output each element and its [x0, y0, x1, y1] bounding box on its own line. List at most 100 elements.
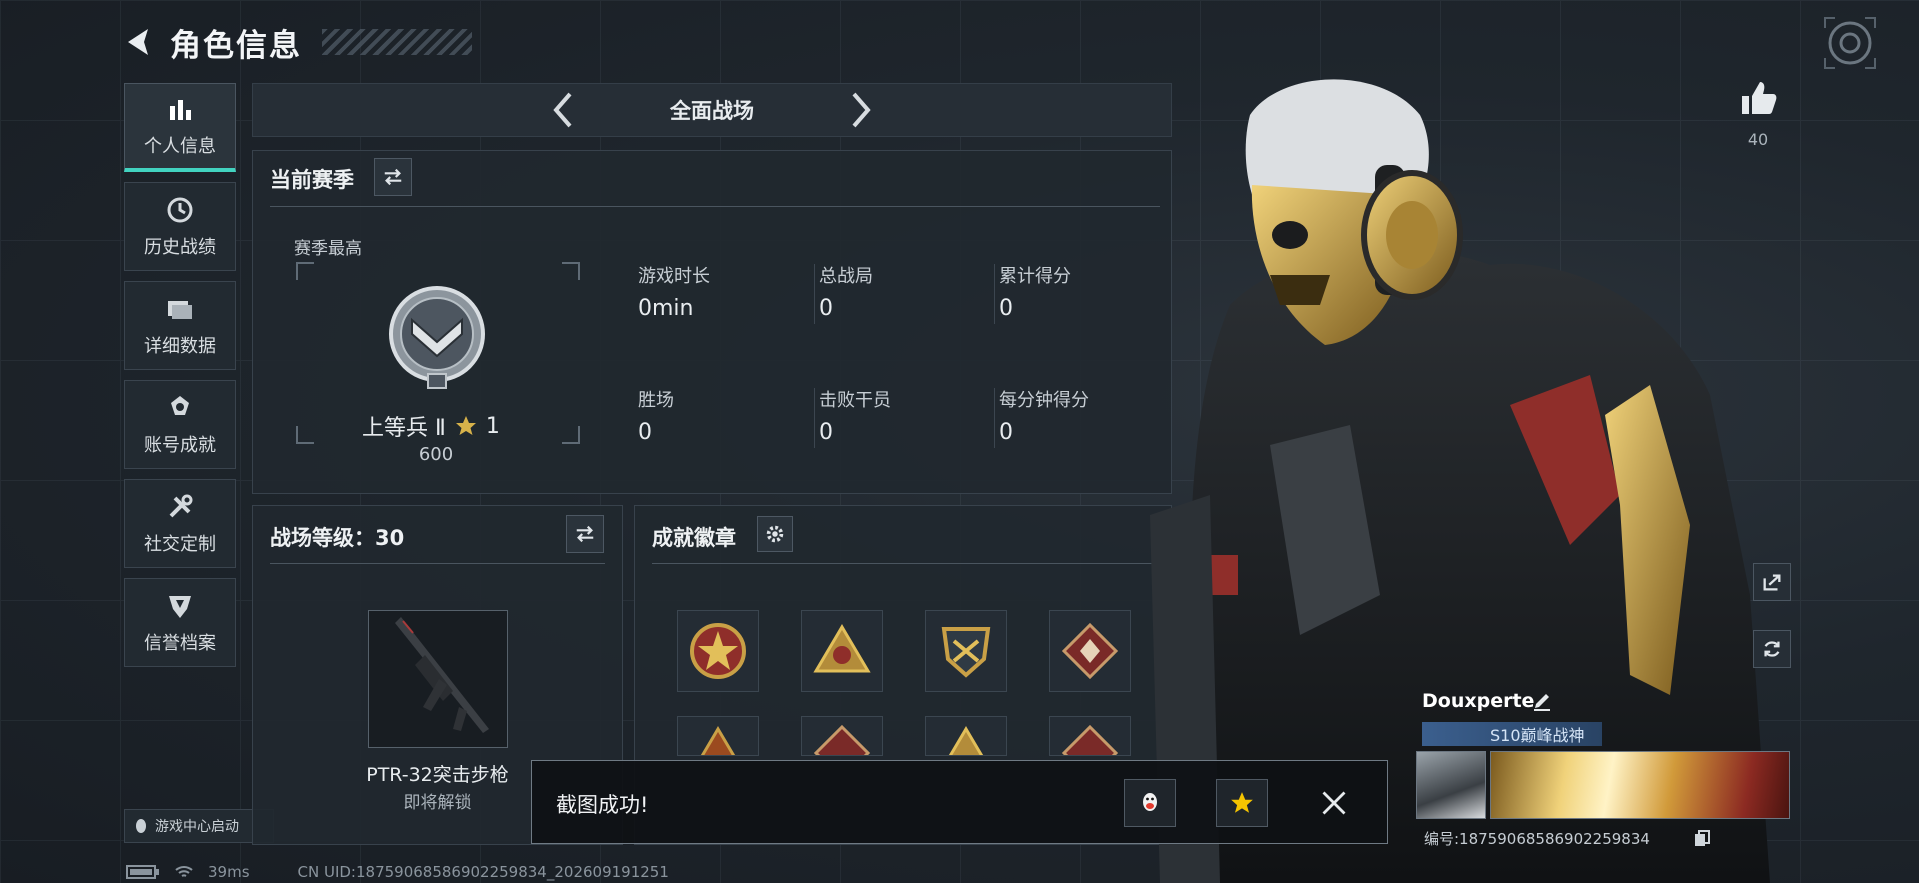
player-id: 编号:18759068586902259834: [1424, 828, 1650, 849]
sidebar-item-personal-info[interactable]: 个人信息: [124, 83, 236, 172]
target-reticle-icon: [1824, 17, 1876, 69]
swap-icon: [576, 525, 594, 543]
wifi-icon: [175, 866, 193, 877]
sidebar-item-details[interactable]: 详细数据: [124, 281, 236, 370]
rank-name-row: 上等兵 Ⅱ 1: [362, 410, 500, 442]
like-thumbs-up-icon[interactable]: [1738, 78, 1778, 118]
share-icon: [1763, 574, 1781, 591]
sidebar-item-label: 个人信息: [144, 136, 216, 157]
back-button[interactable]: [122, 25, 156, 59]
achievement-badge[interactable]: [677, 610, 759, 692]
bar-chart-icon: [170, 100, 191, 120]
level-divider: [270, 563, 605, 564]
refresh-button[interactable]: [1753, 630, 1791, 668]
screenshot-toast: 截图成功!: [531, 760, 1388, 844]
season-highest-label: 赛季最高: [294, 239, 362, 259]
achievement-badge[interactable]: [801, 716, 883, 756]
battery-icon: [126, 865, 159, 879]
player-name-card-banner[interactable]: [1490, 751, 1790, 819]
stat-label-playtime: 游戏时长: [638, 266, 710, 287]
rank-stars: 1: [485, 413, 500, 439]
battlefield-level-title: 战场等级：30: [270, 526, 405, 550]
sidebar-item-credit[interactable]: 信誉档案: [124, 578, 236, 667]
stat-label-wins: 胜场: [638, 390, 674, 411]
chevron-left-icon: [553, 92, 572, 128]
medal-icon: [171, 395, 189, 415]
stat-label-total-score: 累计得分: [999, 266, 1071, 287]
achievement-badge[interactable]: [1049, 610, 1131, 692]
edit-pencil-icon[interactable]: [1532, 691, 1552, 711]
sidebar-item-label: 详细数据: [144, 335, 216, 357]
page-header: 角色信息: [122, 18, 472, 66]
mode-next-button[interactable]: [842, 87, 882, 133]
stat-separator: [994, 264, 995, 324]
shield-credit-icon: [169, 595, 191, 618]
achievement-badge[interactable]: [677, 716, 759, 756]
player-title-tag[interactable]: S10巅峰战神: [1422, 722, 1602, 746]
close-icon: [1322, 791, 1346, 815]
level-switch-button[interactable]: [566, 515, 604, 553]
achievements-settings-button[interactable]: [757, 516, 793, 552]
rank-emblem-icon: [389, 286, 485, 389]
achievement-badge[interactable]: [801, 610, 883, 692]
stat-value-total-score: 0: [999, 296, 1013, 321]
share-qq-button[interactable]: [1124, 779, 1176, 827]
star-icon: [455, 416, 476, 435]
launch-label: 游戏中心启动: [155, 819, 239, 835]
tools-icon: [169, 494, 193, 517]
title-decoration: [322, 29, 472, 55]
sidebar-item-social[interactable]: 社交定制: [124, 479, 236, 568]
mode-name: 全面战场: [670, 99, 754, 123]
sidebar-item-label: 社交定制: [144, 533, 216, 555]
stat-label-kills: 击败干员: [819, 390, 891, 411]
star-icon: [1231, 792, 1253, 813]
share-qzone-button[interactable]: [1216, 779, 1268, 827]
toast-message: 截图成功!: [556, 793, 649, 817]
sidebar-item-label: 信誉档案: [144, 632, 216, 654]
like-count: 40: [1747, 130, 1769, 149]
chevron-right-icon: [852, 92, 871, 128]
penguin-icon: [136, 819, 146, 833]
achievement-badge[interactable]: [1049, 716, 1131, 756]
weapon-preview[interactable]: [368, 610, 508, 748]
clock-history-icon: [167, 197, 193, 222]
gear-icon: [766, 525, 784, 543]
season-divider: [270, 206, 1160, 207]
player-avatar[interactable]: [1416, 751, 1486, 819]
achievements-divider: [652, 563, 1152, 564]
share-button[interactable]: [1753, 563, 1791, 601]
rank-points: 600: [418, 444, 454, 465]
back-arrow-icon: [128, 29, 148, 55]
rank-name: 上等兵 Ⅱ: [362, 416, 446, 441]
copy-icon[interactable]: [1694, 830, 1710, 846]
uid-text: CN UID:18759068586902259834_202609191251: [297, 863, 669, 881]
penguin-icon: [1143, 793, 1157, 811]
sidebar-item-achievements[interactable]: 账号成就: [124, 380, 236, 469]
badge-diamond-icon: [813, 724, 871, 755]
ping-value: 39ms: [208, 863, 250, 881]
stat-separator: [814, 388, 815, 448]
sidebar-item-history[interactable]: 历史战绩: [124, 182, 236, 271]
season-switch-button[interactable]: [374, 158, 412, 196]
stat-separator: [994, 388, 995, 448]
sidebar-item-label: 账号成就: [144, 434, 216, 456]
badge-diamond-icon: [1061, 622, 1119, 680]
player-title-text: S10巅峰战神: [1490, 726, 1585, 745]
stat-value-playtime: 0min: [638, 296, 694, 321]
mode-prev-button[interactable]: [542, 87, 582, 133]
player-name: Douxperte: [1422, 690, 1535, 712]
badge-diamond-icon: [1061, 724, 1119, 755]
toast-close-button[interactable]: [1308, 779, 1360, 827]
achievement-badge[interactable]: [925, 610, 1007, 692]
page-title: 角色信息: [170, 27, 302, 64]
swap-icon: [384, 168, 402, 186]
badge-triangle-icon: [813, 624, 871, 673]
folder-icon: [168, 300, 192, 319]
season-title: 当前赛季: [270, 168, 354, 192]
stat-value-score-per-minute: 0: [999, 420, 1013, 445]
stat-label-total-matches: 总战局: [819, 266, 873, 287]
achievement-badge[interactable]: [925, 716, 1007, 756]
mode-selector: 全面战场: [252, 83, 1172, 137]
stat-value-wins: 0: [638, 420, 652, 445]
badge-triangle-icon: [700, 726, 736, 755]
